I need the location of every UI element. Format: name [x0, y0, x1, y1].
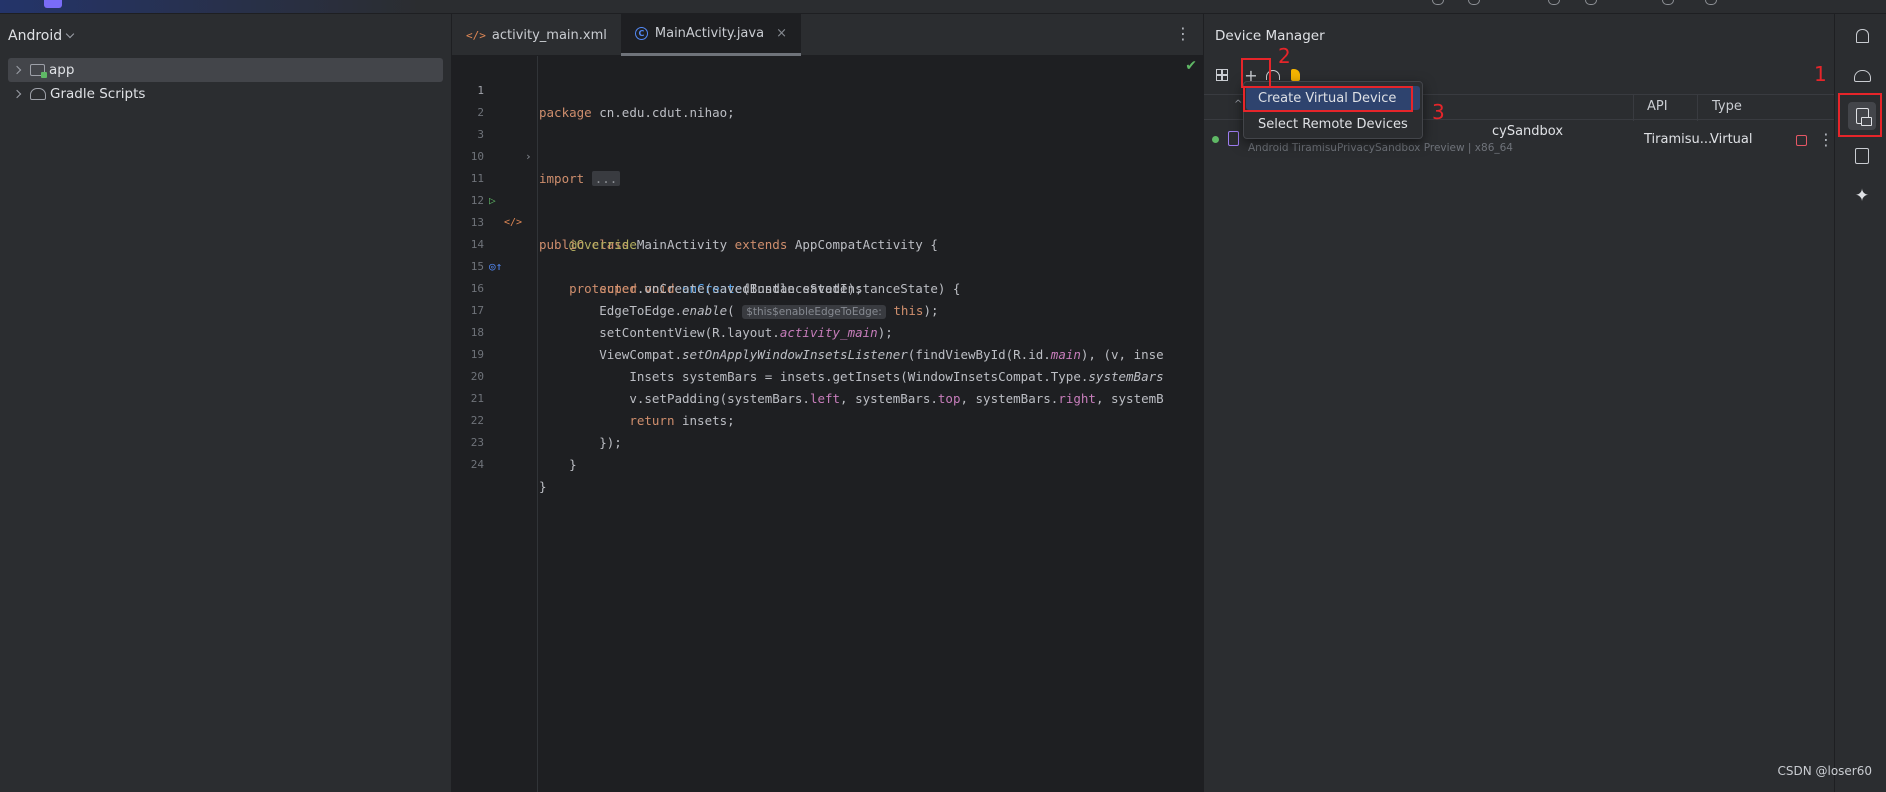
online-status-icon: [1212, 136, 1219, 143]
app-logo-icon[interactable]: [44, 0, 62, 8]
menu-item-create-virtual-device[interactable]: Create Virtual Device: [1246, 86, 1420, 110]
tree-item-app[interactable]: app: [8, 58, 443, 82]
running-devices-button[interactable]: [1852, 146, 1872, 166]
firebase-icon: [1290, 69, 1300, 81]
java-class-icon: C: [634, 27, 648, 40]
chevron-right-icon[interactable]: [12, 89, 22, 99]
title-bar: [0, 0, 1886, 14]
device-manager-button[interactable]: [1848, 102, 1876, 130]
column-type[interactable]: Type: [1712, 99, 1742, 114]
chevron-right-icon[interactable]: [12, 65, 22, 75]
code-line: 24 }: [452, 432, 1203, 494]
gradle-icon: [30, 88, 46, 100]
right-tool-strip: ✦: [1834, 14, 1886, 792]
sort-up-icon[interactable]: ^: [1234, 99, 1242, 110]
running-devices-icon: [1855, 148, 1869, 164]
phone-icon: [1228, 131, 1239, 146]
add-device-menu: Create Virtual Device Select Remote Devi…: [1243, 81, 1423, 139]
editor-tabs: </> activity_main.xml C MainActivity.jav…: [452, 14, 1203, 56]
notifications-button[interactable]: [1852, 26, 1872, 46]
device-api: Tiramisu...: [1644, 132, 1713, 147]
group-devices-button[interactable]: [1212, 65, 1232, 85]
tree-item-gradle-scripts[interactable]: Gradle Scripts: [8, 82, 443, 106]
project-panel: Android app Gradle Scripts: [0, 14, 452, 792]
annotation-number-3: 3: [1432, 100, 1445, 124]
tab-label: MainActivity.java: [654, 26, 765, 41]
device-manager-title: Device Manager: [1215, 28, 1325, 44]
annotation-number-2: 2: [1278, 44, 1291, 68]
code-token: }: [539, 479, 547, 494]
code-line: 10: [452, 124, 1203, 163]
more-options-icon[interactable]: ⋮: [1175, 26, 1191, 42]
code-line: 13 @Override: [452, 190, 1203, 252]
code-line: 2: [452, 80, 1203, 119]
watermark: CSDN @loser60: [1777, 764, 1872, 778]
sparkle-icon: ✦: [1854, 186, 1870, 206]
code-line: 15 super.onCreate(savedInstanceState);: [452, 234, 1203, 296]
code-line: 16 EdgeToEdge.enable( $this$enableEdgeTo…: [452, 256, 1203, 319]
code-line: 1 package cn.edu.cdut.nihao;: [452, 58, 1203, 120]
line-number: 24: [470, 458, 484, 471]
device-subtitle: Android TiramisuPrivacySandbox Preview |…: [1248, 142, 1513, 154]
device-type: Virtual: [1710, 132, 1753, 147]
column-separator: [1697, 95, 1698, 121]
toolbar-icon[interactable]: [1432, 0, 1444, 5]
tab-main-activity-java[interactable]: C MainActivity.java ×: [620, 14, 801, 56]
code-line: 21 return insets;: [452, 366, 1203, 428]
code-line: 12: [452, 168, 1203, 207]
code-line: 17 setContentView(R.layout.activity_main…: [452, 278, 1203, 340]
column-separator: [1633, 95, 1634, 121]
tree-item-label: Gradle Scripts: [50, 86, 146, 102]
gemini-button[interactable]: ✦: [1852, 186, 1872, 206]
wifi-icon: [1266, 70, 1280, 80]
stop-icon[interactable]: [1796, 135, 1807, 146]
tree-item-label: app: [49, 62, 75, 78]
device-name: cySandbox: [1492, 124, 1564, 139]
code-line: 18 ViewCompat.setOnApplyWindowInsetsList…: [452, 300, 1203, 362]
grid-icon: [1215, 68, 1228, 81]
code-line: 14 ◎↑ protected void onCreate(Bundle sav…: [452, 212, 1203, 296]
bell-icon: [1855, 29, 1869, 43]
code-line: 23 }: [452, 410, 1203, 472]
xml-file-icon: </>: [466, 28, 486, 42]
project-view-label: Android: [8, 28, 63, 44]
tab-activity-main-xml[interactable]: </> activity_main.xml: [452, 14, 621, 56]
code-token: }: [569, 457, 577, 472]
chevron-down-icon: [65, 29, 75, 39]
gradle-icon: [1853, 70, 1871, 82]
toolbar-icon[interactable]: [1468, 0, 1480, 5]
code-line: 3 › import ...: [452, 102, 1203, 186]
code-line: 20 v.setPadding(systemBars.left, systemB…: [452, 344, 1203, 406]
title-bar-gradient: [0, 0, 420, 13]
code-area[interactable]: ✔ 1 package cn.edu.cdut.nihao; 2 3 › imp…: [452, 56, 1203, 792]
toolbar-icon[interactable]: [1548, 0, 1560, 5]
tab-label: activity_main.xml: [491, 27, 607, 43]
module-folder-icon: [30, 64, 47, 78]
code-editor: </> activity_main.xml C MainActivity.jav…: [452, 14, 1203, 792]
device-manager-icon: [1855, 108, 1872, 126]
code-line: 22 });: [452, 388, 1203, 450]
toolbar-icon[interactable]: [1585, 0, 1597, 5]
close-icon[interactable]: ×: [776, 26, 787, 41]
annotation-number-1: 1: [1814, 62, 1827, 86]
code-line: 11 ▷ </> public class MainActivity exten…: [452, 146, 1203, 252]
menu-item-select-remote-devices[interactable]: Select Remote Devices: [1246, 112, 1420, 136]
project-view-selector[interactable]: Android: [0, 14, 451, 58]
toolbar-icon[interactable]: [1662, 0, 1674, 5]
toolbar-icon[interactable]: [1705, 0, 1717, 5]
more-options-icon[interactable]: ⋮: [1818, 130, 1834, 149]
column-api[interactable]: API: [1647, 99, 1668, 114]
gradle-button[interactable]: [1852, 66, 1872, 86]
code-line: 19 Insets systemBars = insets.getInsets(…: [452, 322, 1203, 384]
